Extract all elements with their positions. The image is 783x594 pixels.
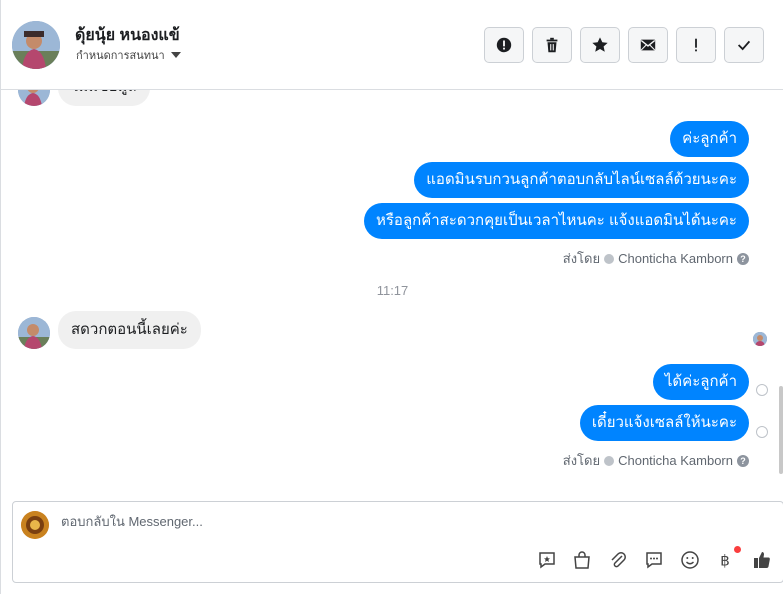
delivered-icon <box>756 426 768 438</box>
assign-conversation-dropdown[interactable]: กำหนดการสนทนา <box>76 46 181 64</box>
seen-by-avatar <box>753 332 767 346</box>
notification-dot <box>734 546 741 553</box>
emoji-button[interactable] <box>678 548 702 572</box>
incoming-message-bubble[interactable]: สดวกตอนนี้เลยค่ะ <box>58 311 201 349</box>
incoming-message-bubble[interactable]: ไม่มีข้อมูล <box>58 90 150 106</box>
page-avatar <box>21 511 49 539</box>
sender-name: Chonticha Kamborn <box>618 453 733 468</box>
outgoing-message-bubble[interactable]: หรือลูกค้าสะดวกคุยเป็นเวลาไหนคะ แจ้งแอดม… <box>363 203 749 239</box>
envelope-icon <box>640 39 656 51</box>
reply-input[interactable] <box>61 514 661 529</box>
inbox-conversation-panel: ดุ้ยนุ้ย หนองแข้ กำหนดการสนทนา ไม่มีข้ <box>0 0 783 594</box>
time-separator: 11:17 <box>376 283 409 298</box>
outgoing-message-bubble[interactable]: แอดมินรบกวนลูกค้าตอบกลับไลน์เซลล์ด้วยนะค… <box>414 162 749 198</box>
contact-name[interactable]: ดุ้ยนุ้ย หนองแข้ <box>75 23 180 48</box>
contact-avatar-small <box>18 90 50 106</box>
sent-by-prefix: ส่งโดย <box>562 453 601 468</box>
mark-done-button[interactable] <box>724 27 764 63</box>
outgoing-message-bubble[interactable]: เดี๋ยวแจ้งเซลล์ให้นะคะ <box>579 405 749 441</box>
spam-icon <box>496 37 512 53</box>
sent-by-info: ส่งโดย Chonticha Kamborn ? <box>563 450 749 471</box>
svg-text:฿: ฿ <box>720 552 730 570</box>
like-icon <box>754 552 770 568</box>
quick-replies-button[interactable] <box>642 548 666 572</box>
follow-up-button[interactable] <box>676 27 716 63</box>
chevron-down-icon <box>170 52 181 58</box>
attach-button[interactable] <box>606 548 630 572</box>
help-icon[interactable]: ? <box>737 252 749 265</box>
follow-up-icon <box>695 38 697 52</box>
saved-reply-icon <box>539 552 555 569</box>
page-icon <box>604 253 615 264</box>
page-icon <box>604 455 615 466</box>
check-icon <box>737 40 751 51</box>
mark-unread-button[interactable] <box>628 27 668 63</box>
trash-icon <box>546 37 558 53</box>
contact-avatar[interactable] <box>12 21 60 69</box>
assign-label: กำหนดการสนทนา <box>76 50 165 62</box>
sender-name: Chonticha Kamborn <box>618 251 733 266</box>
conversation-header: ดุ้ยนุ้ย หนองแข้ กำหนดการสนทนา <box>1 0 783 90</box>
emoji-icon <box>681 551 699 569</box>
attach-icon <box>611 552 626 568</box>
star-button[interactable] <box>580 27 620 63</box>
contact-avatar-small <box>18 317 50 349</box>
help-icon[interactable]: ? <box>737 454 749 467</box>
chat-bubble-icon <box>646 552 662 569</box>
star-icon <box>592 37 608 52</box>
shop-bag-icon <box>574 551 590 569</box>
message-thread[interactable]: ไม่มีข้อมูล ค่ะลูกค้า แอดมินรบกวนลูกค้าต… <box>1 90 783 490</box>
delete-button[interactable] <box>532 27 572 63</box>
thread-scrollbar[interactable] <box>779 386 783 474</box>
payment-button[interactable]: ฿ <box>713 546 741 572</box>
sent-by-info: ส่งโดย Chonticha Kamborn ? <box>563 248 749 269</box>
shop-button[interactable] <box>570 548 594 572</box>
like-button[interactable] <box>750 548 774 572</box>
sent-by-prefix: ส่งโดย <box>562 251 601 266</box>
mark-spam-button[interactable] <box>484 27 524 63</box>
outgoing-message-bubble[interactable]: ค่ะลูกค้า <box>670 121 749 157</box>
delivered-icon <box>756 384 768 396</box>
baht-icon: ฿ <box>720 552 730 570</box>
saved-replies-button[interactable] <box>535 548 559 572</box>
outgoing-message-bubble[interactable]: ได้ค่ะลูกค้า <box>652 364 749 400</box>
reply-composer: ฿ <box>12 501 783 583</box>
